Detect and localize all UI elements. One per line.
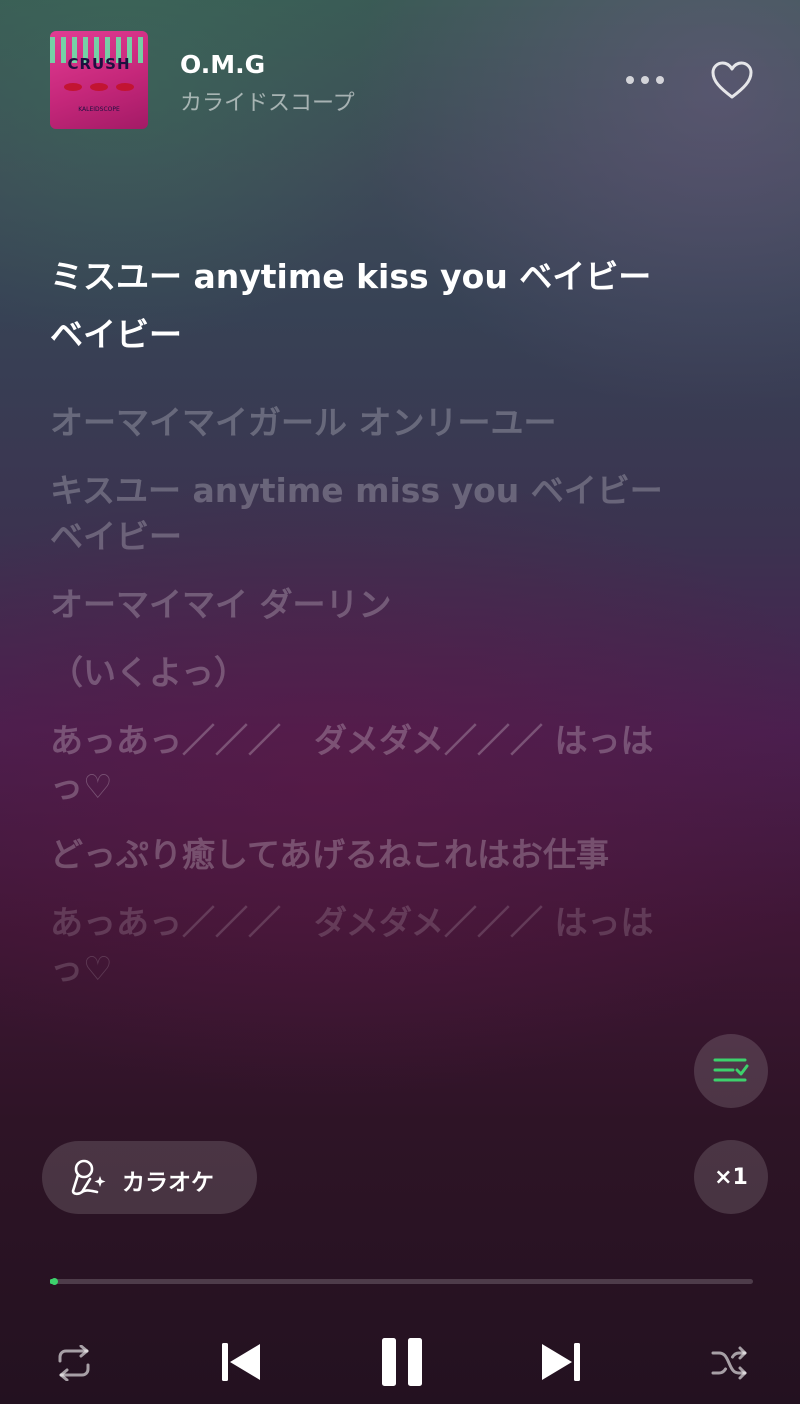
- lyric-line[interactable]: キスユー anytime miss you ベイビーベイビー: [50, 468, 670, 560]
- artwork-lips: [90, 83, 108, 91]
- lyric-line[interactable]: オーマイマイガール オンリーユー: [50, 400, 670, 446]
- pause-button[interactable]: [375, 1334, 429, 1390]
- lyrics-panel[interactable]: ミスユー anytime kiss you ベイビーベイビー オーマイマイガール…: [50, 248, 670, 1014]
- repeat-button[interactable]: [50, 1340, 98, 1386]
- progress-bar[interactable]: [50, 1278, 753, 1285]
- artwork-brand: KALEIDSCOPE: [78, 106, 120, 113]
- previous-track-button[interactable]: [216, 1336, 266, 1388]
- more-options-button[interactable]: [620, 62, 670, 98]
- lyric-line[interactable]: どっぷり癒してあげるねこれはお仕事: [50, 832, 670, 878]
- like-button[interactable]: [706, 56, 758, 104]
- shuffle-button[interactable]: [706, 1340, 754, 1386]
- skip-previous-icon: [222, 1343, 260, 1381]
- lyric-line[interactable]: あっあっ／／／ ダメダメ／／／ はっはっ♡: [50, 900, 670, 992]
- repeat-icon: [58, 1345, 90, 1381]
- next-track-button[interactable]: [536, 1336, 586, 1388]
- artist-name[interactable]: カライドスコープ: [180, 85, 355, 117]
- list-check-icon: [713, 1058, 749, 1082]
- progress-knob[interactable]: [50, 1278, 58, 1285]
- lyric-line[interactable]: オーマイマイ ダーリン: [50, 582, 670, 628]
- karaoke-icon: [71, 1159, 106, 1196]
- pause-icon: [382, 1338, 422, 1386]
- lyric-line-current[interactable]: ミスユー anytime kiss you ベイビーベイビー: [50, 248, 670, 364]
- skip-next-icon: [542, 1343, 580, 1381]
- album-artwork[interactable]: CRUSH KALEIDSCOPE: [50, 31, 148, 129]
- karaoke-label: カラオケ: [122, 1170, 214, 1196]
- artwork-lips: [116, 83, 134, 91]
- heart-outline-icon: [711, 61, 753, 99]
- artwork-title: CRUSH: [67, 55, 131, 73]
- song-title[interactable]: O.M.G: [180, 50, 265, 79]
- artwork-lips: [64, 83, 82, 91]
- shuffle-icon: [711, 1346, 747, 1380]
- queue-button[interactable]: [694, 1034, 768, 1108]
- playback-speed-button[interactable]: ×1: [694, 1140, 768, 1214]
- karaoke-button[interactable]: カラオケ: [42, 1141, 257, 1214]
- lyric-line[interactable]: あっあっ／／／ ダメダメ／／／ はっはっ♡: [50, 718, 670, 810]
- lyric-line[interactable]: （いくよっ）: [50, 650, 670, 696]
- ellipsis-icon: [626, 76, 664, 84]
